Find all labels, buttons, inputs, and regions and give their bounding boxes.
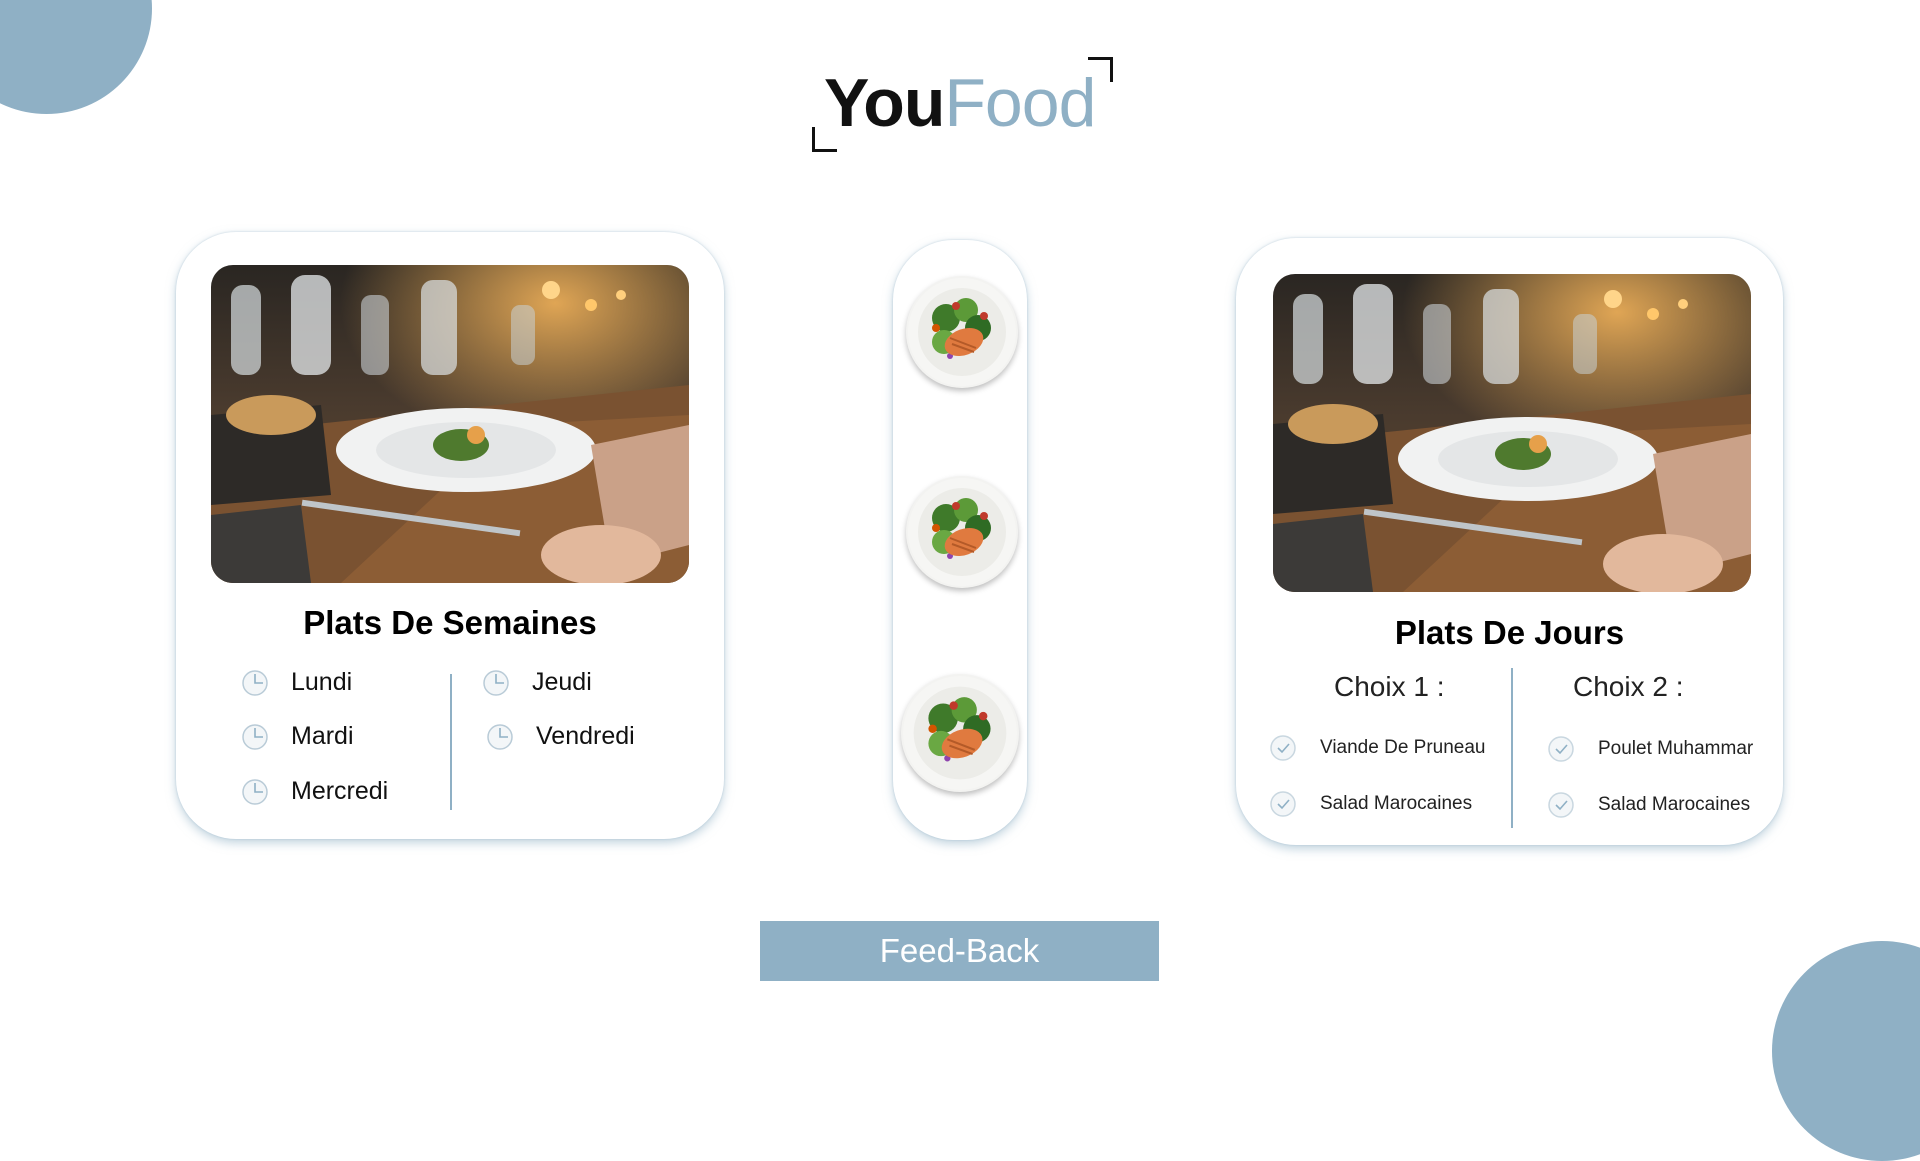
salad-plate-icon[interactable] (906, 476, 1018, 588)
dish-item-salad-marocaines-1[interactable]: Salad Marocaines (1269, 790, 1472, 818)
dish-item-salad-marocaines-2[interactable]: Salad Marocaines (1547, 791, 1750, 819)
day-label: Mercredi (291, 777, 389, 805)
check-icon (1270, 735, 1296, 761)
choice-1-heading: Choix 1 : (1334, 671, 1445, 702)
check-icon (1548, 792, 1574, 818)
check-icon (1548, 736, 1574, 762)
clock-icon (487, 723, 513, 750)
column-divider (450, 674, 452, 810)
logo-you: You (824, 65, 945, 141)
day-label: Vendredi (536, 722, 635, 750)
clock-icon (483, 669, 509, 696)
dish-item-viande-de-pruneau[interactable]: Viande De Pruneau (1269, 734, 1486, 762)
choice-2-heading: Choix 2 : (1573, 671, 1684, 702)
clock-icon (242, 723, 268, 750)
clock-icon (242, 669, 268, 696)
weekly-title: Plats De Semaines (303, 604, 597, 641)
dish-label: Viande De Pruneau (1320, 737, 1486, 758)
daily-title: Plats De Jours (1394, 614, 1625, 651)
day-label: Jeudi (532, 668, 592, 696)
weekly-dishes-card[interactable]: Plats De Semaines Lundi Mardi Mercredi J… (176, 232, 724, 839)
dish-label: Poulet Muhammar (1598, 738, 1754, 759)
column-divider (1511, 668, 1513, 828)
salad-plate-illustration (908, 478, 1016, 586)
salad-plate-illustration (903, 676, 1017, 790)
clock-icon (242, 778, 268, 805)
dish-thumbnail-strip (893, 240, 1027, 840)
day-item-vendredi[interactable]: Vendredi (486, 722, 635, 751)
dish-label: Salad Marocaines (1598, 794, 1751, 815)
day-label: Lundi (291, 668, 353, 696)
logo-food: Food (944, 65, 1096, 141)
salad-plate-icon[interactable] (906, 276, 1018, 388)
check-icon (1270, 791, 1296, 817)
restaurant-photo (211, 265, 689, 583)
youfood-logo: YouFood (812, 57, 1117, 152)
daily-dishes-card[interactable]: Plats De Jours Choix 1 : Choix 2 : Viand… (1236, 238, 1783, 845)
day-item-mardi[interactable]: Mardi (241, 722, 354, 751)
day-item-jeudi[interactable]: Jeudi (482, 668, 592, 697)
restaurant-scene-illustration (1273, 274, 1751, 592)
restaurant-photo (1273, 274, 1751, 592)
day-label: Mardi (291, 722, 354, 750)
day-item-lundi[interactable]: Lundi (241, 668, 352, 697)
logo-wordmark: YouFood (824, 69, 1096, 137)
salad-plate-illustration (908, 278, 1016, 386)
salad-plate-icon[interactable] (901, 674, 1019, 792)
restaurant-scene-illustration (211, 265, 689, 583)
dish-item-poulet-muhammar[interactable]: Poulet Muhammar (1547, 735, 1753, 763)
decorative-circle-top-left (0, 0, 152, 114)
feedback-button[interactable]: Feed-Back (760, 921, 1159, 981)
day-item-mercredi[interactable]: Mercredi (241, 777, 388, 806)
dish-label: Salad Marocaines (1320, 793, 1473, 814)
decorative-circle-bottom-right (1772, 941, 1920, 1161)
